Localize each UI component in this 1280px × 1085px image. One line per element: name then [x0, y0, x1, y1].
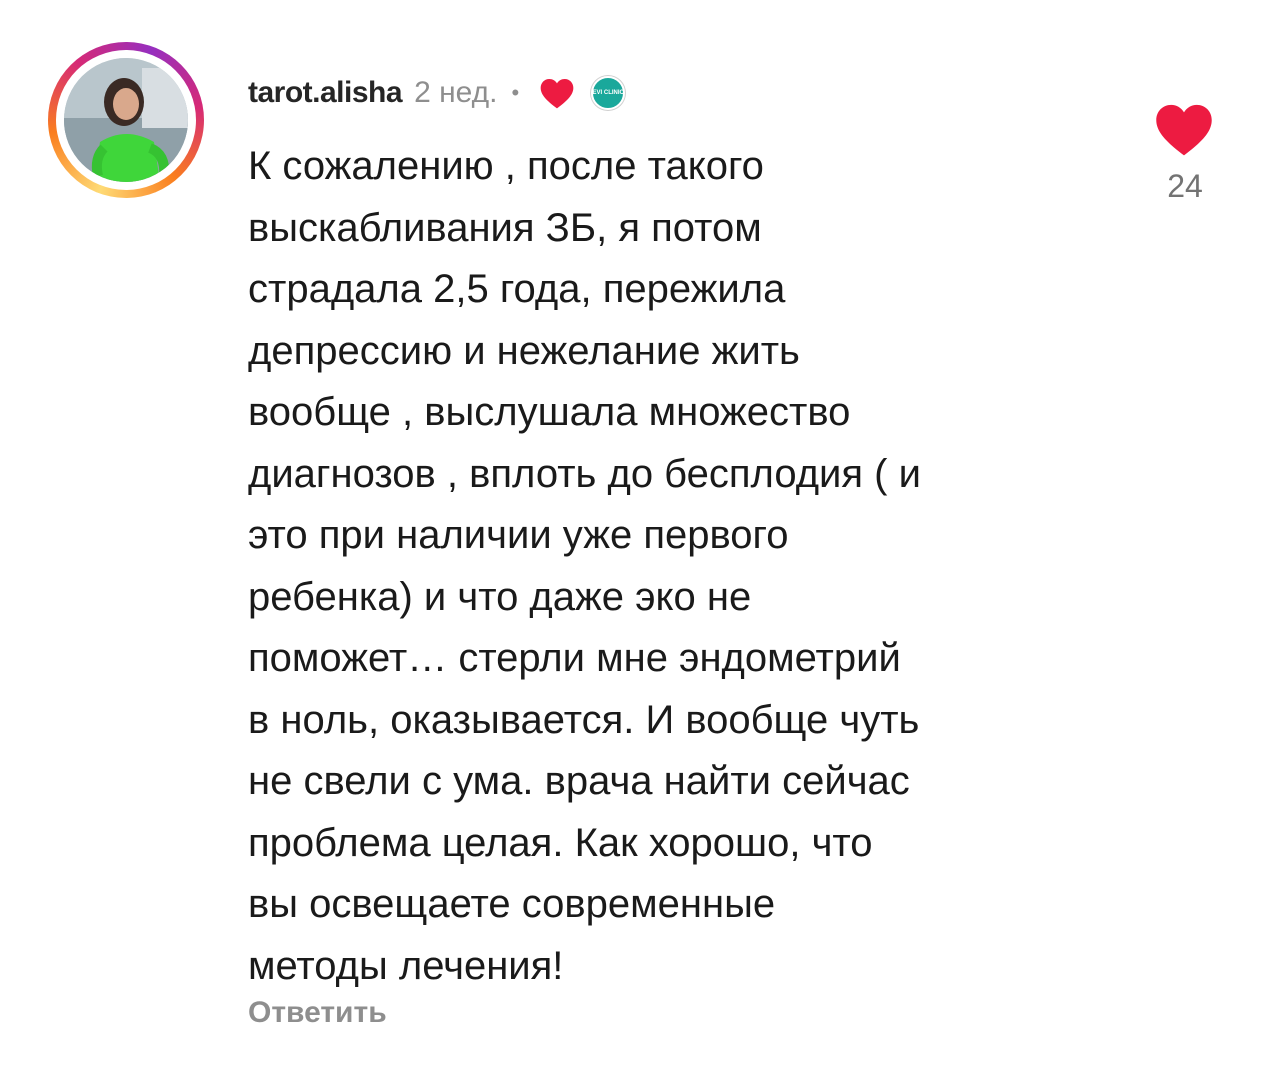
creator-avatar-badge: EVI CLINIC [591, 76, 626, 110]
comment-time[interactable]: 2 нед. [414, 76, 497, 110]
story-ring[interactable] [48, 42, 204, 198]
username-link[interactable]: tarot.alisha [248, 76, 403, 110]
comment-item: tarot.alisha 2 нед. • EVI CLINIC К сожал… [0, 0, 1280, 1085]
clinic-badge-text: EVI CLINIC [592, 89, 624, 96]
like-count[interactable]: 24 [1130, 168, 1240, 205]
reply-button[interactable]: Ответить [248, 996, 387, 1030]
creator-liked-heart-icon [537, 73, 577, 113]
like-heart-icon[interactable] [1152, 98, 1216, 158]
comment-text: К сожалению , после такого выскабливания… [248, 144, 921, 988]
comment-header: tarot.alisha 2 нед. • EVI CLINIC [248, 70, 626, 116]
separator-dot: • [511, 80, 520, 105]
avatar[interactable] [64, 58, 188, 182]
avatar-photo [64, 58, 188, 182]
